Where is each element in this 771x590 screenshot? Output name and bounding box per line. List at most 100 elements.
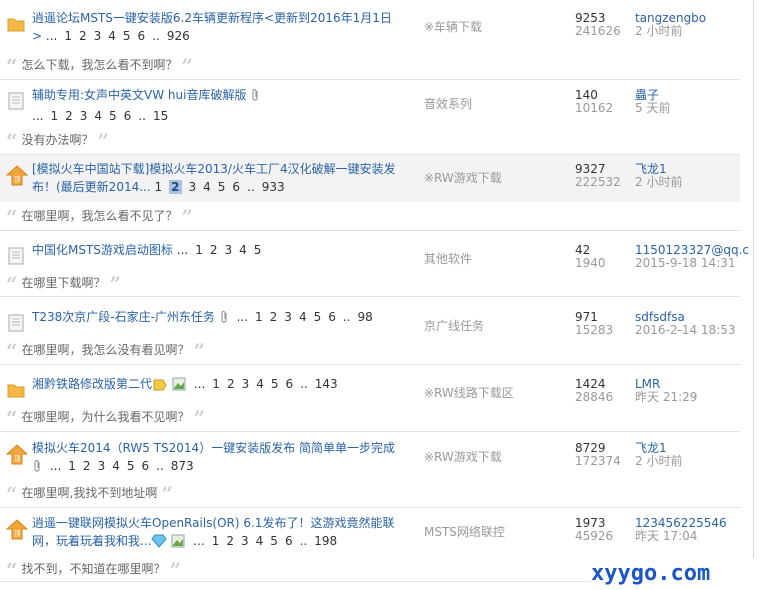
thread-title-link[interactable]: 辅助专用:女声中英文VW hui音库破解版 (32, 88, 246, 102)
row-divider (0, 296, 740, 297)
forum-link[interactable]: ※车辆下载 (424, 18, 482, 35)
page-link[interactable]: 3 (241, 534, 249, 548)
thread-title-link[interactable]: 中国化MSTS游戏启动图标 (32, 243, 173, 257)
page-link[interactable]: 6 (138, 29, 146, 43)
thread-title: 模拟火车2014（RW5 TS2014）一键安装版发布 简简单单一步完成 ...… (32, 439, 398, 478)
last-post: 飞龙1 2 小时前 (635, 442, 682, 468)
last-page-link[interactable]: 143 (315, 377, 338, 391)
quote-close-icon: ” (97, 129, 110, 153)
page-link[interactable]: 2 (65, 109, 73, 123)
row-divider (0, 230, 740, 231)
page-link[interactable]: 3 (242, 377, 250, 391)
page-link[interactable]: 3 (94, 29, 102, 43)
page-link[interactable]: 2 (227, 377, 235, 391)
thread-title-link[interactable]: 模拟火车2014（RW5 TS2014）一键安装版发布 简简单单一步完成 (32, 441, 395, 455)
forum-link[interactable]: ※RW线路下载区 (424, 384, 514, 401)
page-link[interactable]: 3 (80, 109, 88, 123)
last-page-link[interactable]: 933 (262, 180, 285, 194)
page-link[interactable]: 3 (189, 180, 197, 194)
page-link[interactable]: 5 (254, 243, 262, 257)
page-link[interactable]: 4 (239, 243, 247, 257)
quote-open-icon: “ (6, 272, 18, 296)
image-icon (172, 377, 186, 396)
thread-title-link[interactable]: T238次京广段-石家庄-广州东任务 (32, 310, 215, 324)
page-link[interactable]: 6 (285, 534, 293, 548)
page-link[interactable]: 5 (123, 29, 131, 43)
page-link[interactable]: 6 (286, 377, 294, 391)
preview-text: 在哪里啊,我找不到地址啊 (21, 486, 158, 500)
page-link[interactable]: 2 (270, 310, 278, 324)
page-link[interactable]: 4 (94, 109, 102, 123)
page-link[interactable]: 5 (218, 180, 226, 194)
last-page-link[interactable]: 98 (358, 310, 373, 324)
scrollbar-track[interactable] (753, 0, 754, 590)
thread-title-link[interactable]: 湘黔铁路修改版第二代 (32, 377, 152, 391)
last-reply-preview: “在哪里啊，为什么我看不见啊？” (6, 407, 736, 428)
last-reply-preview: “在哪里啊,我找不到地址啊” (6, 482, 736, 506)
page-link[interactable]: 4 (112, 459, 120, 473)
page-link[interactable]: 3 (284, 310, 292, 324)
quote-open-icon: “ (6, 339, 18, 363)
forum-link[interactable]: ※RW游戏下载 (424, 169, 502, 186)
page-link[interactable]: 1 (155, 180, 163, 194)
footer-strip (0, 582, 590, 590)
forum-link[interactable]: ※RW游戏下载 (424, 448, 502, 465)
page-link[interactable]: 1 (255, 310, 263, 324)
page-link[interactable]: 5 (270, 534, 278, 548)
last-page-link[interactable]: 873 (171, 459, 194, 473)
page-link[interactable]: 5 (109, 109, 117, 123)
page-link[interactable]: 2 (83, 459, 91, 473)
page-link[interactable]: 1 (50, 109, 58, 123)
page-link[interactable]: 2 (226, 534, 234, 548)
last-post-time[interactable]: 2016-2-14 18:53 (635, 324, 736, 337)
page-link[interactable]: 5 (314, 310, 322, 324)
pages-separator: .. (247, 180, 255, 194)
page-link[interactable]: 3 (224, 243, 232, 257)
page-link[interactable]: 6 (232, 180, 240, 194)
reply-view-counts: 1424 28846 (575, 378, 613, 404)
last-page-link[interactable]: 15 (153, 109, 168, 123)
forum-link[interactable]: 京广线任务 (424, 317, 484, 334)
last-post: 1150123327@qq.c 2015-9-18 14:31 (635, 244, 749, 270)
page-link[interactable]: 6 (141, 459, 149, 473)
quote-open-icon: “ (6, 482, 18, 506)
last-post-time[interactable]: 2 小时前 (635, 176, 682, 189)
forum-link[interactable]: 音效系列 (424, 95, 472, 112)
last-post-time[interactable]: 5 天前 (635, 102, 670, 115)
folder-icon (6, 380, 26, 400)
last-post-time[interactable]: 昨天 17:04 (635, 530, 727, 543)
page-link[interactable]: 4 (256, 377, 264, 391)
last-page-link[interactable]: 198 (314, 534, 337, 548)
forum-link[interactable]: MSTS网络联控 (424, 523, 505, 540)
page-link[interactable]: 2 (210, 243, 218, 257)
page-link[interactable]: 3 (98, 459, 106, 473)
page-link[interactable]: 1 (64, 29, 72, 43)
last-post-time[interactable]: 2 小时前 (635, 25, 706, 38)
page-link[interactable]: 4 (256, 534, 264, 548)
page-link[interactable]: 4 (299, 310, 307, 324)
page-link[interactable]: 5 (127, 459, 135, 473)
quote-open-icon: “ (6, 205, 18, 229)
last-post-time[interactable]: 2015-9-18 14:31 (635, 257, 749, 270)
last-post-time[interactable]: 2 小时前 (635, 455, 682, 468)
reply-view-counts: 140 10162 (575, 89, 613, 115)
pages-separator: .. (342, 310, 351, 324)
page-link[interactable]: 6 (124, 109, 132, 123)
page-link[interactable]: 2 (79, 29, 87, 43)
pages-prefix: ... (49, 459, 62, 473)
last-post-time[interactable]: 昨天 21:29 (635, 391, 697, 404)
pages-separator: .. (156, 459, 164, 473)
last-page-link[interactable]: 926 (167, 29, 190, 43)
page-link[interactable]: 4 (108, 29, 116, 43)
forum-link[interactable]: 其他软件 (424, 250, 472, 267)
page-link[interactable]: 1 (212, 377, 220, 391)
page-link[interactable]: 1 (195, 243, 203, 257)
page-link[interactable]: 4 (203, 180, 211, 194)
page-link[interactable]: 1 (68, 459, 76, 473)
page-link[interactable]: 6 (328, 310, 336, 324)
last-post: tangzengbo 2 小时前 (635, 12, 706, 38)
page-link[interactable]: 2 (169, 180, 182, 194)
page-link[interactable]: 1 (212, 534, 220, 548)
page-link[interactable]: 5 (271, 377, 279, 391)
row-divider (0, 154, 740, 155)
